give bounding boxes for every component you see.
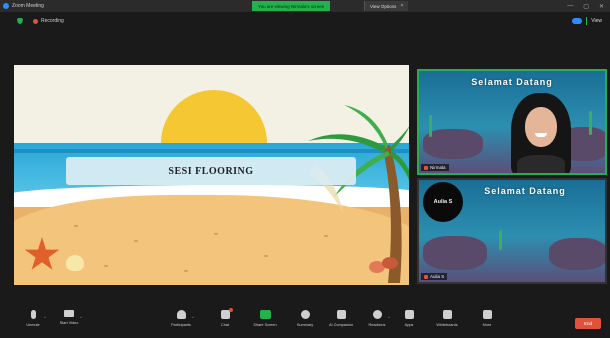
window-title: Zoom Meeting xyxy=(12,3,44,9)
chevron-up-icon[interactable]: ^ xyxy=(192,315,194,320)
sand-speck xyxy=(184,270,188,272)
background-title: Selamat Datang xyxy=(484,186,566,196)
sand-speck xyxy=(74,225,78,227)
whiteboards-button[interactable]: Whiteboards xyxy=(430,310,464,336)
chat-button[interactable]: Chat xyxy=(208,308,242,336)
unmute-label: Unmute xyxy=(26,323,40,327)
participant-name-label: Nirmala xyxy=(421,164,449,171)
window-controls: — ▢ ✕ xyxy=(567,0,604,12)
summary-label: Summary xyxy=(296,323,314,327)
chevron-up-icon[interactable]: ^ xyxy=(388,315,390,320)
participants-label: Participants xyxy=(171,323,191,327)
participant-shirt xyxy=(517,155,565,173)
sand-speck xyxy=(214,233,218,235)
reactions-icon xyxy=(372,310,382,319)
participant-name: Aulia S xyxy=(430,274,445,279)
recording-icon xyxy=(33,18,38,24)
apps-label: Apps xyxy=(404,323,414,327)
sand-speck xyxy=(264,255,268,257)
chat-icon xyxy=(220,308,233,319)
recording-label: Recording xyxy=(41,18,64,24)
more-label: More xyxy=(482,323,492,327)
minimize-button[interactable]: — xyxy=(567,3,573,9)
whiteboard-icon xyxy=(442,310,452,319)
reactions-label: Reactions xyxy=(368,323,386,327)
meeting-toolbar: ^ Unmute ^ Start Video ^ Participants Ch… xyxy=(0,306,610,338)
zoom-logo-icon xyxy=(3,3,9,9)
unmute-button[interactable]: ^ Unmute xyxy=(16,310,50,336)
share-screen-button[interactable]: Share Screen xyxy=(248,310,282,336)
speaker-indicator-icon xyxy=(572,18,583,24)
security-shield-icon[interactable] xyxy=(17,17,23,25)
close-window-button[interactable]: ✕ xyxy=(599,3,604,10)
participants-button[interactable]: ^ Participants xyxy=(164,310,198,336)
more-button[interactable]: More xyxy=(470,310,504,336)
microphone-icon xyxy=(30,310,36,319)
participant-avatar: Aulia S xyxy=(423,182,463,222)
muted-mic-icon xyxy=(424,165,428,170)
more-icon xyxy=(482,310,492,319)
top-right-controls: View xyxy=(572,14,602,28)
meeting-info-bar: Recording View xyxy=(0,14,610,28)
participant-name-label: Aulia S xyxy=(421,273,448,280)
apps-icon xyxy=(404,310,414,319)
end-meeting-button[interactable]: End xyxy=(575,318,601,329)
view-options-button[interactable]: View Options × xyxy=(364,1,409,11)
sand-speck xyxy=(104,265,108,267)
summary-button[interactable]: Summary xyxy=(288,310,322,336)
rock-graphic xyxy=(423,129,483,159)
slide-title-banner: SESI FLOORING xyxy=(66,157,356,185)
view-button[interactable]: View xyxy=(591,18,602,24)
chevron-up-icon[interactable]: ^ xyxy=(44,315,46,320)
participant-face xyxy=(525,107,557,147)
view-options-label: View Options xyxy=(370,3,397,9)
seaweed-graphic xyxy=(589,111,592,135)
chevron-up-icon[interactable]: ^ xyxy=(80,315,82,320)
start-video-label: Start Video xyxy=(59,321,79,325)
background-title: Selamat Datang xyxy=(471,77,553,87)
start-video-button[interactable]: ^ Start Video xyxy=(52,310,86,336)
ai-companion-icon xyxy=(336,310,346,319)
ai-companion-label: AI Companion xyxy=(328,323,354,327)
apps-button[interactable]: Apps xyxy=(392,310,426,336)
rock-graphic xyxy=(549,238,605,270)
close-view-options-icon[interactable]: × xyxy=(400,3,403,9)
share-screen-label: Share Screen xyxy=(253,323,277,327)
chat-label: Chat xyxy=(220,323,230,327)
participant-video-tile[interactable]: Selamat Datang Aulia S Aulia S xyxy=(417,178,607,284)
sand-speck xyxy=(134,240,138,242)
shell-graphic xyxy=(66,255,84,271)
divider xyxy=(586,17,588,25)
notification-badge xyxy=(228,308,233,312)
video-camera-icon xyxy=(64,310,74,317)
ai-companion-button[interactable]: AI Companion xyxy=(324,310,358,336)
rock-graphic xyxy=(423,236,487,270)
summary-icon xyxy=(300,310,310,319)
whiteboards-label: Whiteboards xyxy=(436,323,458,327)
participants-icon xyxy=(176,310,186,319)
seaweed-graphic xyxy=(499,230,502,250)
screen-share-banner: You are viewing Nirmala's screen xyxy=(252,1,331,11)
reactions-button[interactable]: ^ Reactions xyxy=(360,310,394,336)
muted-mic-icon xyxy=(424,274,428,279)
share-screen-icon xyxy=(259,310,271,319)
shared-screen: SESI FLOORING xyxy=(14,65,409,285)
shell-graphic xyxy=(382,257,398,269)
participant-video-tile[interactable]: Selamat Datang Nirmala xyxy=(417,69,607,175)
maximize-button[interactable]: ▢ xyxy=(583,3,589,10)
seaweed-graphic xyxy=(429,115,432,137)
participant-name: Nirmala xyxy=(430,165,446,170)
participant-camera-feed xyxy=(511,93,571,173)
